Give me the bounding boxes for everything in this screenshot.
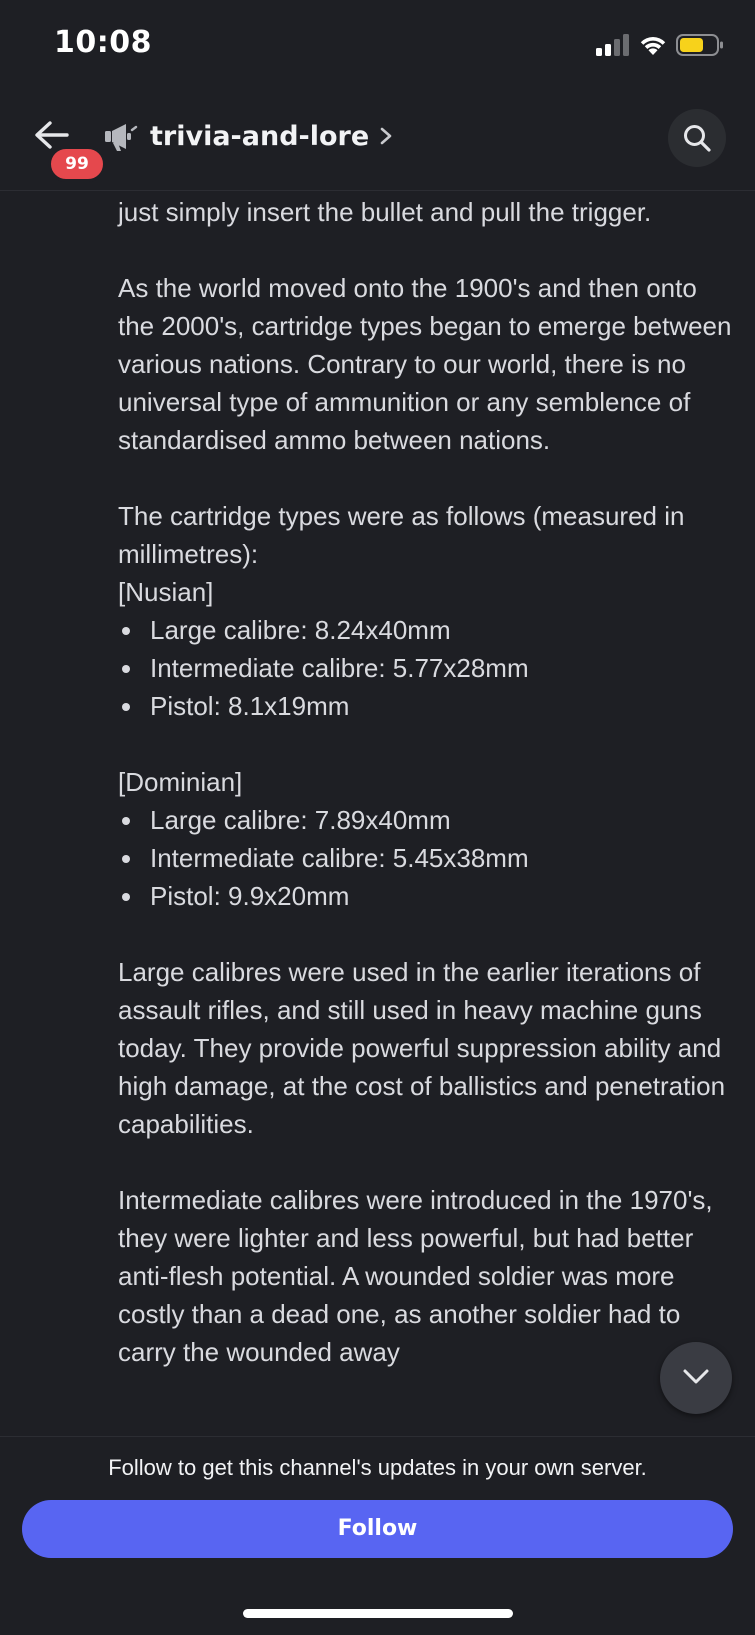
scroll-to-bottom-button[interactable]	[660, 1342, 732, 1414]
list-item: Large calibre: 8.24x40mm	[118, 611, 738, 649]
chevron-down-icon	[683, 1369, 709, 1384]
message-paragraph: Intermediate calibres were introduced in…	[118, 1185, 713, 1367]
search-button[interactable]	[668, 109, 726, 167]
nusian-heading: [Nusian]	[118, 577, 214, 607]
channel-name: trivia-and-lore	[150, 120, 370, 152]
channel-header: 99 trivia-and-lore	[0, 92, 755, 191]
announcement-megaphone-icon	[105, 124, 138, 151]
cellular-signal-icon	[596, 34, 629, 56]
dominian-heading: [Dominian]	[118, 767, 243, 797]
follow-footer: Follow to get this channel's updates in …	[0, 1436, 755, 1635]
list-item: Intermediate calibre: 5.45x38mm	[118, 839, 738, 877]
dominian-cartridge-list: Large calibre: 7.89x40mm Intermediate ca…	[118, 801, 738, 915]
unread-count-badge: 99	[48, 146, 106, 182]
search-icon	[684, 125, 711, 152]
battery-icon	[676, 34, 723, 56]
wifi-icon	[640, 37, 666, 55]
home-indicator[interactable]	[243, 1609, 513, 1618]
message-paragraph: Large calibres were used in the earlier …	[118, 957, 726, 1139]
channel-title[interactable]: trivia-and-lore	[150, 118, 393, 154]
list-item: Pistol: 9.9x20mm	[118, 877, 738, 915]
status-bar: 10:08	[0, 0, 755, 92]
message-area[interactable]: just simply insert the bullet and pull t…	[0, 190, 755, 1436]
message-body: just simply insert the bullet and pull t…	[118, 193, 738, 1371]
status-time: 10:08	[54, 25, 152, 60]
list-item: Large calibre: 7.89x40mm	[118, 801, 738, 839]
message-paragraph: As the world moved onto the 1900's and t…	[118, 273, 732, 455]
follow-prompt-text: Follow to get this channel's updates in …	[108, 1455, 647, 1480]
message-paragraph: The cartridge types were as follows (mea…	[118, 501, 685, 569]
message-line: just simply insert the bullet and pull t…	[118, 197, 652, 227]
list-item: Pistol: 8.1x19mm	[118, 687, 738, 725]
nusian-cartridge-list: Large calibre: 8.24x40mm Intermediate ca…	[118, 611, 738, 725]
chevron-right-icon	[380, 127, 392, 145]
list-item: Intermediate calibre: 5.77x28mm	[118, 649, 738, 687]
follow-button[interactable]: Follow	[22, 1500, 733, 1558]
